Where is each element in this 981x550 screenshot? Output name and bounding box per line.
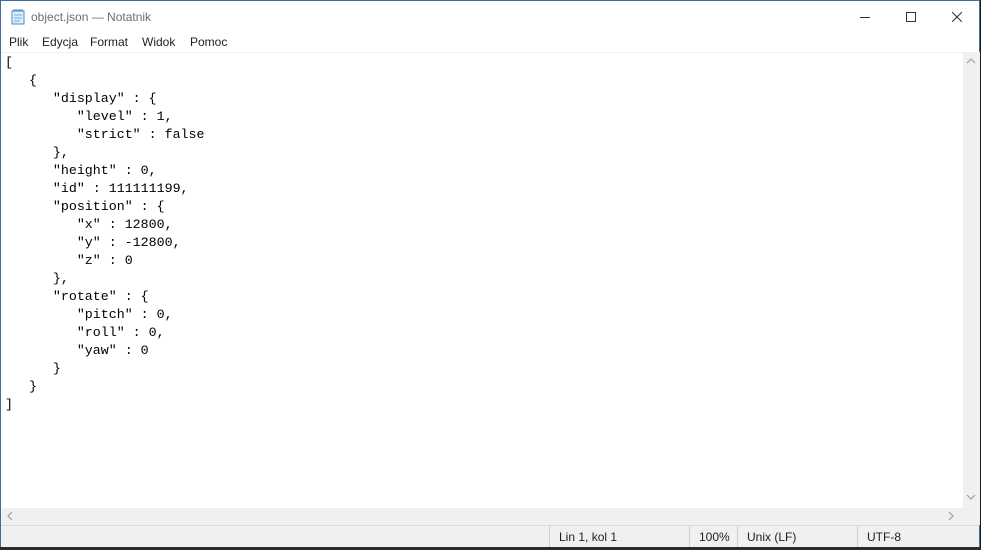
maximize-icon <box>906 12 916 22</box>
window-title: object.json — Notatnik <box>31 10 152 24</box>
title-bar[interactable]: object.json — Notatnik <box>1 1 979 33</box>
text-editor[interactable]: [ { "display" : { "level" : 1, "strict" … <box>1 52 963 508</box>
scroll-left-icon[interactable] <box>6 511 14 521</box>
status-zoom: 100% <box>689 526 737 548</box>
menu-bar: Plik Edycja Format Widok Pomoc <box>1 33 979 52</box>
menu-item-widok[interactable]: Widok <box>142 35 175 49</box>
scroll-right-icon[interactable] <box>947 511 955 521</box>
vertical-scrollbar[interactable] <box>963 52 980 508</box>
status-cursor-position: Lin 1, kol 1 <box>549 526 689 548</box>
close-button[interactable] <box>934 1 980 33</box>
menu-item-format[interactable]: Format <box>90 35 128 49</box>
scrollbar-corner <box>963 508 980 525</box>
status-line-endings: Unix (LF) <box>737 526 857 548</box>
menu-item-plik[interactable]: Plik <box>9 35 28 49</box>
menu-item-pomoc[interactable]: Pomoc <box>190 35 227 49</box>
notepad-icon <box>11 9 25 25</box>
status-encoding: UTF-8 <box>857 526 980 548</box>
minimize-button[interactable] <box>842 1 888 33</box>
notepad-window: object.json — Notatnik Plik Edycja Forma… <box>0 0 980 548</box>
editor-content[interactable]: [ { "display" : { "level" : 1, "strict" … <box>1 53 963 414</box>
horizontal-scrollbar[interactable] <box>1 508 963 525</box>
close-icon <box>952 12 962 22</box>
status-bar: Lin 1, kol 1 100% Unix (LF) UTF-8 <box>1 525 979 548</box>
minimize-icon <box>860 17 870 18</box>
menu-item-edycja[interactable]: Edycja <box>42 35 78 49</box>
maximize-button[interactable] <box>888 1 934 33</box>
scroll-down-icon[interactable] <box>966 493 976 501</box>
scroll-up-icon[interactable] <box>966 57 976 65</box>
